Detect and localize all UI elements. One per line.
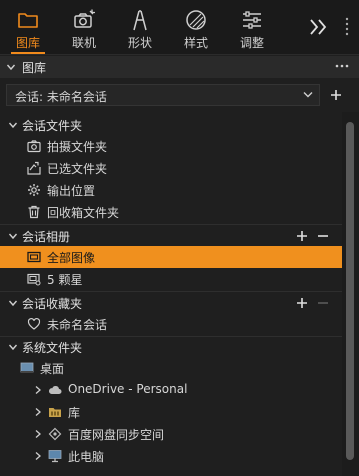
tab-adjust[interactable]: 调整: [227, 0, 277, 54]
smart-album-icon: [27, 273, 41, 286]
list-item-label: 5 颗星: [47, 273, 83, 287]
section-title: 会话相册: [22, 230, 71, 244]
list-item-trash-folder[interactable]: 回收箱文件夹: [0, 201, 342, 223]
heart-icon: [27, 317, 41, 330]
selects-folder-icon: [27, 161, 41, 175]
minus-icon[interactable]: [317, 297, 329, 309]
folder-icon: [18, 13, 38, 28]
tab-library-label: 图库: [15, 36, 40, 50]
tree-item-onedrive[interactable]: OneDrive - Personal: [0, 379, 342, 401]
list-item-all-images[interactable]: 全部图像: [0, 246, 342, 268]
more-dots-icon[interactable]: [334, 59, 350, 73]
tree-item-label: 百度网盘同步空间: [68, 428, 165, 442]
tab-shape-label: 形状: [127, 36, 152, 50]
list-item-label: 拍摄文件夹: [47, 140, 108, 154]
list-item-output-location[interactable]: 输出位置: [0, 179, 342, 201]
plus-icon[interactable]: [330, 89, 342, 101]
panel-grip-icon[interactable]: [340, 8, 354, 46]
chevron-down-icon: [8, 233, 18, 240]
library-panel-header[interactable]: 图库: [0, 56, 359, 78]
list-item-label: 输出位置: [47, 184, 96, 198]
tethered-camera-icon: [74, 9, 95, 28]
tree-item-desktop[interactable]: 桌面: [0, 357, 342, 379]
styles-icon: [186, 10, 206, 30]
trash-icon: [28, 205, 40, 219]
chevron-down-icon: [8, 344, 18, 351]
tab-styles-label: 样式: [183, 36, 208, 50]
sliders-icon: [243, 11, 261, 29]
tab-tethered[interactable]: 联机: [59, 0, 109, 54]
list-item-label: 回收箱文件夹: [47, 206, 120, 220]
section-title: 会话收藏夹: [22, 297, 83, 311]
tree-item-library[interactable]: 库: [0, 401, 342, 423]
chevron-right-icon[interactable]: [33, 407, 43, 417]
session-select[interactable]: 会话: 未命名会话: [6, 84, 320, 106]
tab-shape[interactable]: 形状: [115, 0, 165, 54]
library-folder-icon: [49, 408, 61, 417]
section-system-folders[interactable]: 系统文件夹: [0, 336, 342, 358]
tab-library[interactable]: 图库: [3, 0, 53, 54]
camera-icon: [27, 140, 41, 153]
tree-item-label: 库: [68, 406, 81, 420]
panel-title: 图库: [22, 61, 47, 75]
gear-icon: [28, 184, 40, 196]
list-item-label: 已选文件夹: [47, 162, 108, 176]
list-item-selects-folder[interactable]: 已选文件夹: [0, 157, 342, 179]
list-item-5-stars[interactable]: 5 颗星: [0, 268, 342, 290]
section-title: 会话文件夹: [22, 119, 83, 133]
double-chevron-right-icon[interactable]: [308, 14, 330, 40]
library-tree: 会话文件夹 拍摄文件夹 已选文件夹 输出位置 回收箱文件夹 会话相册 全部图像 …: [0, 112, 342, 476]
cloud-icon: [48, 386, 62, 394]
section-session-favorites[interactable]: 会话收藏夹: [0, 292, 342, 314]
tree-item-baidu-sync[interactable]: 百度网盘同步空间: [0, 423, 342, 445]
chevron-down-icon: [8, 122, 18, 129]
session-selector-row: 会话: 未命名会话: [0, 82, 359, 108]
section-session-albums[interactable]: 会话相册: [0, 225, 342, 247]
minus-icon[interactable]: [317, 230, 329, 242]
list-item-capture-folder[interactable]: 拍摄文件夹: [0, 135, 342, 157]
top-toolbar: 图库 联机 形状 样式 调整: [0, 0, 359, 55]
tree-item-label: OneDrive - Personal: [68, 382, 188, 396]
desktop-icon: [20, 362, 34, 373]
computer-icon: [48, 450, 62, 463]
session-select-value: 会话: 未命名会话: [15, 90, 107, 104]
scrollbar-thumb[interactable]: [346, 122, 354, 460]
tab-tethered-label: 联机: [71, 36, 96, 50]
list-item-unnamed-session[interactable]: 未命名会话: [0, 313, 342, 335]
tab-adjust-label: 调整: [239, 36, 264, 50]
chevron-down-icon: [8, 300, 18, 307]
vertical-scrollbar[interactable]: [342, 112, 359, 476]
tree-item-this-pc[interactable]: 此电脑: [0, 445, 342, 467]
chevron-down-icon: [303, 92, 313, 98]
plus-icon[interactable]: [296, 297, 308, 309]
tree-item-label: 桌面: [40, 362, 65, 376]
tree-item-label: 此电脑: [68, 450, 105, 464]
section-title: 系统文件夹: [22, 341, 83, 355]
chevron-right-icon[interactable]: [33, 429, 43, 439]
album-icon: [27, 251, 41, 263]
section-session-folders[interactable]: 会话文件夹: [0, 114, 342, 136]
plus-icon[interactable]: [296, 230, 308, 242]
chevron-right-icon[interactable]: [33, 385, 43, 395]
tab-styles[interactable]: 样式: [171, 0, 221, 54]
list-item-label: 未命名会话: [47, 318, 108, 332]
shape-icon: [133, 10, 147, 31]
chevron-down-icon: [6, 64, 16, 71]
sync-space-icon: [48, 427, 62, 441]
list-item-label: 全部图像: [47, 251, 96, 265]
chevron-right-icon[interactable]: [33, 451, 43, 461]
